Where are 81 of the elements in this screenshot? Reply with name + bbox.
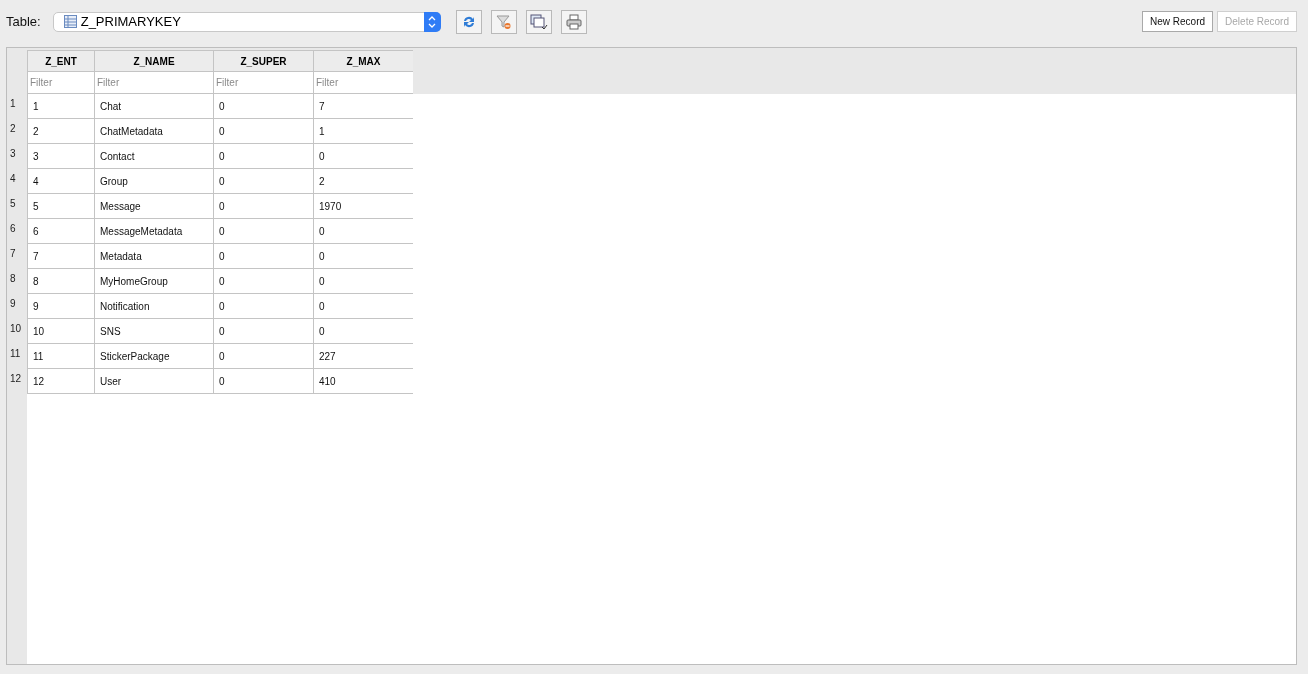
table-cell: 0 [213,294,313,319]
table-cell: 8 [27,269,94,294]
filter-clear-icon [495,13,512,30]
table-cell: 0 [213,344,313,369]
table-cell: Contact [94,144,213,169]
column-header[interactable]: Z_SUPER [213,50,313,71]
table-cell: 0 [213,269,313,294]
table-cell: 0 [313,269,413,294]
table-cell: 1 [313,119,413,144]
row-number: 9 [9,297,17,311]
table-cell: ChatMetadata [94,119,213,144]
table-cell: Chat [94,94,213,119]
filter-field[interactable]: Filter [213,71,313,94]
table-cell: 6 [27,219,94,244]
table-cell: 0 [313,294,413,319]
row-number: 11 [9,347,22,361]
table-cell: 12 [27,369,94,394]
table-cell: 227 [313,344,413,369]
record-button[interactable]: New Record [1142,11,1214,32]
print-button[interactable] [560,9,587,34]
table-cell: 0 [213,119,313,144]
filter-field[interactable]: Filter [313,71,413,94]
table-cell: 3 [27,144,94,169]
clear-filter-button[interactable] [490,9,517,34]
stepper-icon [423,11,441,32]
table-cell: Notification [94,294,213,319]
table-cell: SNS [94,319,213,344]
table-cell: StickerPackage [94,344,213,369]
table-cell: 0 [213,369,313,394]
export-table-icon [529,13,548,30]
table-cell: 0 [213,194,313,219]
export-button[interactable] [525,9,552,34]
table-cell: 7 [27,244,94,269]
table-cell: 410 [313,369,413,394]
column-header[interactable]: Z_NAME [94,50,213,71]
column-header[interactable]: Z_MAX [313,50,413,71]
table-label: Table: [6,14,41,29]
table-cell: 0 [213,319,313,344]
table-cell: 0 [213,144,313,169]
column-header[interactable]: Z_ENT [27,50,94,71]
table-cell: 1 [27,94,94,119]
table-cell: 2 [27,119,94,144]
table-cell: User [94,369,213,394]
table-cell: MyHomeGroup [94,269,213,294]
table-cell: 2 [313,169,413,194]
row-number: 10 [9,322,23,336]
row-number: 1 [9,97,17,111]
refresh-button[interactable] [455,9,482,34]
table-cell: 0 [213,169,313,194]
table-select-value: Z_PRIMARYKEY [80,14,181,29]
table-cell: 0 [313,319,413,344]
row-number: 5 [9,197,17,211]
row-number: 8 [9,272,17,286]
row-number: 3 [9,147,17,161]
table-cell: 0 [313,244,413,269]
table-select[interactable]: Z_PRIMARYKEY [52,11,441,32]
table-cell: 11 [27,344,94,369]
table-cell: 4 [27,169,94,194]
print-icon [565,13,582,30]
row-number: 7 [9,247,17,261]
table-cell: 5 [27,194,94,219]
table-cell: Message [94,194,213,219]
table-cell: 0 [213,244,313,269]
row-number: 4 [9,172,17,186]
table-cell: Metadata [94,244,213,269]
row-number: 6 [9,222,17,236]
table-cell: Group [94,169,213,194]
table-cell: MessageMetadata [94,219,213,244]
table-cell: 10 [27,319,94,344]
filter-field[interactable]: Filter [94,71,213,94]
table-cell: 0 [213,94,313,119]
filter-field[interactable]: Filter [27,71,94,94]
table-cell: 9 [27,294,94,319]
table-cell: 1970 [313,194,413,219]
table-cell: 0 [313,219,413,244]
table-cell: 7 [313,94,413,119]
row-number: 2 [9,122,17,136]
table-icon [63,15,77,28]
table-cell: 0 [213,219,313,244]
table-cell: 0 [313,144,413,169]
row-number: 12 [9,372,23,386]
